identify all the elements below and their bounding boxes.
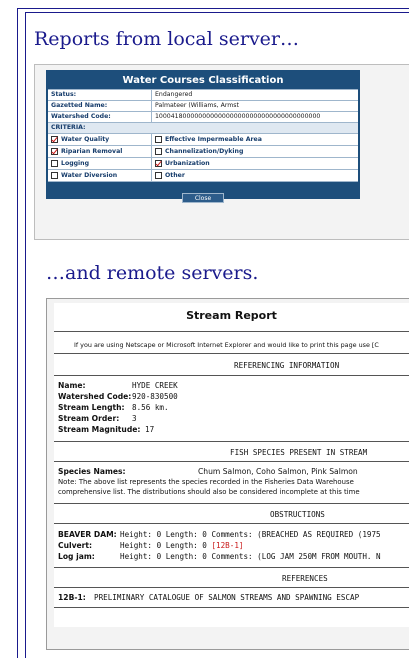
criteria-water-quality[interactable]: Water Quality (48, 134, 152, 145)
divider (54, 587, 409, 588)
panel-footer: Close (48, 181, 358, 203)
obstruction-row: Culvert: Height: 0 Length: 0 [12B-1] (58, 541, 244, 550)
field-stream-order: Stream Order: 3 (58, 414, 137, 423)
status-label: Status: (48, 90, 152, 100)
criteria-effective-impermeable-area[interactable]: Effective Impermeable Area (152, 134, 358, 145)
checkbox-unchecked-icon[interactable] (51, 172, 58, 179)
criteria-label: Other (165, 172, 185, 179)
referencing-info-heading: REFERENCING INFORMATION (234, 361, 340, 370)
checkbox-unchecked-icon[interactable] (155, 172, 162, 179)
species-note-line-1: Note: The above list represents the spec… (58, 478, 354, 486)
divider (54, 375, 409, 376)
print-note: If you are using Netscape or Microsoft I… (74, 341, 379, 349)
obstructions-heading: OBSTRUCTIONS (270, 510, 325, 519)
heading-local-reports: Reports from local server… (34, 28, 300, 50)
criteria-label: Urbanization (165, 160, 210, 167)
species-names: Species Names: Chum Salmon, Coho Salmon, … (58, 467, 358, 476)
divider (54, 607, 409, 608)
checkbox-checked-icon[interactable] (155, 160, 162, 167)
checkbox-unchecked-icon[interactable] (155, 148, 162, 155)
divider (54, 353, 409, 354)
checkbox-checked-icon[interactable] (51, 148, 58, 155)
criteria-row: Riparian Removal Channelization/Dyking (48, 145, 358, 157)
field-stream-length: Stream Length: 8.56 km. (58, 403, 169, 412)
watershed-code-row: Watershed Code: 100041800000000000000000… (48, 111, 358, 122)
status-row: Status: Endangered (48, 89, 358, 100)
criteria-row: Water Diversion Other (48, 169, 358, 181)
reference-link[interactable]: [12B-1] (211, 541, 243, 550)
criteria-urbanization[interactable]: Urbanization (152, 158, 358, 169)
criteria-other[interactable]: Other (152, 170, 358, 181)
water-courses-title: Water Courses Classification (48, 72, 358, 89)
close-button[interactable]: Close (181, 193, 225, 203)
local-report-window: Water Courses Classification Status: End… (34, 64, 409, 240)
reference-row: 12B-1: PRELIMINARY CATALOGUE OF SALMON ST… (58, 593, 360, 602)
criteria-label: Effective Impermeable Area (165, 136, 262, 143)
gazetted-name-label: Gazetted Name: (48, 101, 152, 111)
gazetted-name-value: Palmateer (Williams, Armst (155, 102, 239, 109)
species-note-line-2: comprehensive list. The distributions sh… (58, 488, 360, 496)
criteria-header: CRITERIA: (48, 122, 358, 133)
checkbox-unchecked-icon[interactable] (51, 160, 58, 167)
criteria-row: Water Quality Effective Impermeable Area (48, 133, 358, 145)
criteria-row: Logging Urbanization (48, 157, 358, 169)
divider (54, 503, 409, 504)
criteria-channelization-dyking[interactable]: Channelization/Dyking (152, 146, 358, 157)
criteria-label: Logging (61, 160, 90, 167)
field-name: Name: HYDE CREEK (58, 381, 178, 390)
water-courses-panel: Water Courses Classification Status: End… (46, 70, 360, 203)
obstruction-row: BEAVER DAM: Height: 0 Length: 0 Comments:… (58, 530, 381, 539)
criteria-label: Riparian Removal (61, 148, 123, 155)
divider (54, 331, 409, 332)
divider (54, 567, 409, 568)
references-heading: REFERENCES (282, 574, 328, 583)
divider (54, 523, 409, 524)
criteria-label: Water Quality (61, 136, 110, 143)
stream-report-title: Stream Report (186, 309, 277, 322)
criteria-label: Water Diversion (61, 172, 118, 179)
divider (54, 441, 409, 442)
criteria-label: Channelization/Dyking (165, 148, 244, 155)
divider (54, 461, 409, 462)
status-value: Endangered (155, 91, 193, 98)
obstruction-row: Log jam: Height: 0 Length: 0 Comments: (L… (58, 552, 381, 561)
criteria-riparian-removal[interactable]: Riparian Removal (48, 146, 152, 157)
gazetted-name-row: Gazetted Name: Palmateer (Williams, Arms… (48, 100, 358, 111)
criteria-logging[interactable]: Logging (48, 158, 152, 169)
criteria-water-diversion[interactable]: Water Diversion (48, 170, 152, 181)
fish-species-heading: FISH SPECIES PRESENT IN STREAM (230, 448, 368, 457)
heading-remote-servers: …and remote servers. (46, 262, 259, 284)
field-watershed-code: Watershed Code:920-830500 (58, 392, 178, 401)
watershed-code-value: 1000418000000000000000000000000000000000… (155, 113, 321, 120)
field-stream-magnitude: Stream Magnitude: 17 (58, 425, 155, 434)
stream-report-page: Stream Report If you are using Netscape … (54, 303, 409, 627)
checkbox-unchecked-icon[interactable] (155, 136, 162, 143)
checkbox-checked-icon[interactable] (51, 136, 58, 143)
watershed-code-label: Watershed Code: (48, 112, 152, 122)
remote-report-window: Stream Report If you are using Netscape … (46, 298, 409, 650)
